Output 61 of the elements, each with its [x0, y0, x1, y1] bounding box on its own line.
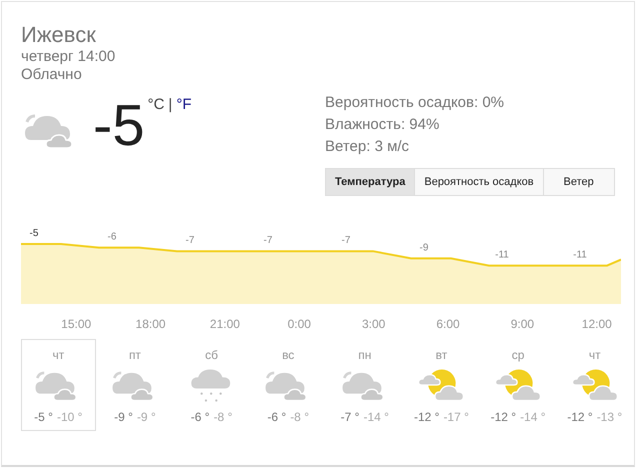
low-temperature: -8 °	[214, 410, 232, 424]
day-name: чт	[588, 348, 601, 362]
temperature-label: -9	[420, 242, 428, 254]
day-forecast[interactable]: пт -9 ° -9 °	[98, 339, 172, 431]
high-temperature: -12 °	[490, 410, 516, 424]
temperature-label: -11	[573, 250, 587, 261]
day-forecast[interactable]: ср -12 ° -14 °	[480, 339, 556, 431]
low-temperature: -17 °	[443, 410, 469, 424]
day-forecast[interactable]: пн -7 ° -14 °	[328, 339, 402, 431]
celsius-unit: °C	[148, 96, 164, 113]
high-temperature: -12 °	[567, 410, 593, 424]
day-forecast[interactable]: вт -12 ° -17 °	[404, 339, 479, 431]
time-label: 21:00	[208, 317, 241, 331]
time-label: 3:00	[361, 317, 386, 331]
temperature-label: -7	[264, 235, 272, 246]
day-name: вт	[436, 348, 448, 362]
fahrenheit-link[interactable]: °F	[176, 96, 192, 113]
weather-detail: Влажность: 94%	[325, 115, 440, 135]
low-temperature: -14 °	[363, 410, 389, 424]
weather-condition: Облачно	[21, 66, 83, 84]
city-name: Ижевск	[21, 22, 97, 48]
day-forecast[interactable]: сб -6 ° -8 °	[174, 339, 249, 431]
high-temperature: -9 °	[114, 410, 133, 424]
temperature-label: -7	[342, 235, 350, 246]
high-temperature: -7 °	[340, 410, 360, 424]
low-temperature: -10 °	[56, 410, 82, 424]
day-name: вс	[282, 348, 294, 362]
temperature-label: -6	[108, 232, 116, 243]
chart-tab[interactable]: Температура	[325, 168, 416, 196]
high-temperature: -6 °	[267, 410, 286, 424]
weather-detail: Ветер: 3 м/с	[325, 137, 410, 157]
current-temperature: -5	[93, 96, 145, 156]
weather-detail: Вероятность осадков: 0%	[325, 93, 505, 113]
temperature-label: -11	[495, 250, 509, 261]
high-temperature: -5 °	[34, 410, 53, 424]
low-temperature: -8 °	[290, 410, 309, 424]
day-name: пт	[128, 348, 141, 362]
time-label: 6:00	[435, 317, 461, 331]
low-temperature: -13 °	[596, 410, 622, 424]
day-name: сб	[205, 348, 218, 362]
low-temperature: -14 °	[520, 410, 546, 424]
day-forecast[interactable]: чт -12 ° -13 °	[557, 339, 632, 431]
chart-tab[interactable]: Ветер	[542, 168, 615, 196]
low-temperature: -9 °	[136, 410, 156, 424]
day-forecast[interactable]: вс -6 ° -8 °	[250, 339, 326, 431]
high-temperature: -12 °	[414, 410, 440, 424]
date-time: четверг 14:00	[21, 48, 116, 66]
high-temperature: -6 °	[190, 410, 210, 424]
day-name: чт	[52, 348, 64, 362]
chart-tab[interactable]: Вероятность осадков	[414, 168, 544, 196]
time-label: 9:00	[510, 317, 536, 331]
day-name: ср	[512, 348, 524, 362]
time-label: 12:00	[580, 317, 613, 331]
time-label: 0:00	[286, 317, 312, 331]
time-label: 18:00	[134, 317, 167, 331]
temperature-label: -5	[30, 228, 38, 239]
unit-separator: |	[168, 96, 172, 113]
day-name: пн	[358, 348, 372, 362]
temperature-label: -7	[186, 235, 194, 246]
day-forecast[interactable]: чт -5 ° -10 °	[21, 339, 96, 431]
time-label: 15:00	[60, 317, 92, 331]
